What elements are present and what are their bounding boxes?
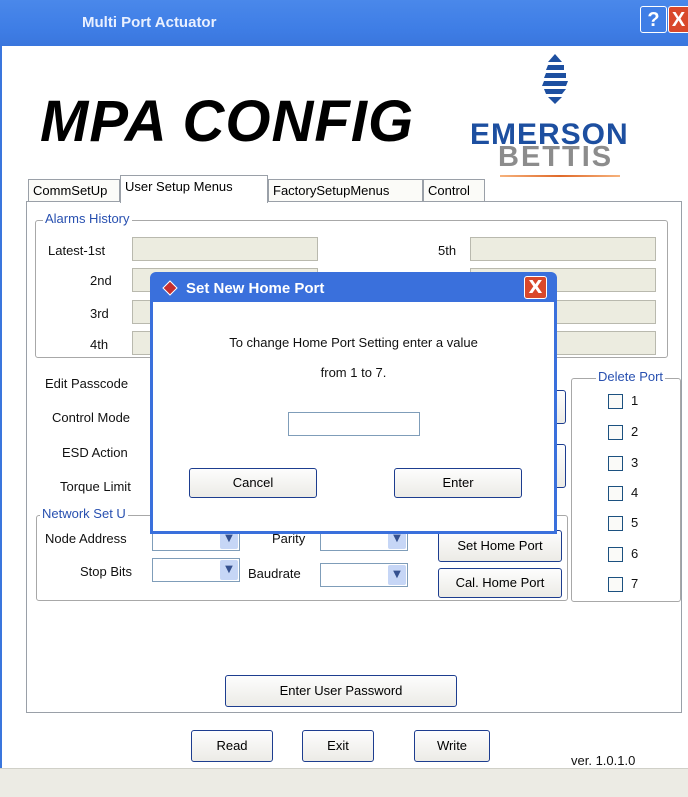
delete-port-label-7: 7 — [631, 576, 639, 591]
delete-port-label-2: 2 — [631, 424, 639, 439]
write-button[interactable]: Write — [414, 730, 490, 762]
delete-port-label-4: 4 — [631, 485, 639, 500]
delete-port-checkbox-4[interactable] — [608, 486, 623, 501]
set-home-port-button[interactable]: Set Home Port — [438, 530, 562, 562]
alarm-field-5th — [470, 237, 656, 261]
version-label: ver. 1.0.1.0 — [571, 753, 636, 768]
control-mode-label: Control Mode — [52, 410, 131, 425]
cal-home-port-button[interactable]: Cal. Home Port — [438, 568, 562, 598]
dialog-title: Set New Home Port — [186, 280, 325, 297]
dialog-enter-button[interactable]: Enter — [394, 468, 522, 498]
chevron-down-icon: ▼ — [220, 560, 238, 580]
exit-button[interactable]: Exit — [302, 730, 374, 762]
delete-port-label-3: 3 — [631, 455, 639, 470]
esd-action-label: ESD Action — [62, 445, 128, 460]
tab-control[interactable]: Control — [423, 179, 485, 201]
network-setup-title: Network Set U — [40, 506, 128, 521]
alarms-history-title: Alarms History — [43, 211, 132, 226]
dialog-message-line1: To change Home Port Setting enter a valu… — [229, 335, 478, 350]
edit-passcode-label: Edit Passcode — [45, 376, 129, 391]
delete-port-checkbox-2[interactable] — [608, 425, 623, 440]
chevron-down-icon: ▼ — [388, 565, 406, 585]
app-icon — [162, 280, 178, 296]
dialog-cancel-button[interactable]: Cancel — [189, 468, 317, 498]
delete-port-group — [571, 378, 681, 602]
alarm-label-2nd: 2nd — [90, 273, 112, 288]
stop-bits-select[interactable]: ▼ — [152, 558, 240, 582]
delete-port-checkbox-1[interactable] — [608, 394, 623, 409]
alarm-label-4th: 4th — [90, 337, 109, 352]
alarm-field-latest — [132, 237, 318, 261]
alarm-label-5th: 5th — [438, 243, 457, 258]
delete-port-checkbox-7[interactable] — [608, 577, 623, 592]
home-port-input[interactable] — [288, 412, 420, 436]
baudrate-label: Baudrate — [248, 566, 301, 581]
window-close-button[interactable]: X — [668, 6, 688, 33]
tab-factory-setup-menus[interactable]: FactorySetupMenus — [268, 179, 423, 201]
delete-port-title: Delete Port — [596, 369, 666, 384]
dialog-body: To change Home Port Setting enter a valu… — [153, 302, 554, 531]
baudrate-select[interactable]: ▼ — [320, 563, 408, 587]
delete-port-checkbox-3[interactable] — [608, 456, 623, 471]
tab-user-setup-menus[interactable]: User Setup Menus — [120, 175, 268, 203]
alarm-label-latest: Latest-1st — [48, 243, 106, 258]
delete-port-label-5: 5 — [631, 515, 639, 530]
delete-port-checkbox-5[interactable] — [608, 516, 623, 531]
delete-port-checkbox-6[interactable] — [608, 547, 623, 562]
node-address-label: Node Address — [45, 531, 127, 546]
tab-commsetup[interactable]: CommSetUp — [28, 179, 120, 201]
brand-bettis: BETTIS — [498, 141, 614, 173]
dialog-close-button[interactable]: X — [524, 276, 547, 299]
help-button[interactable]: ? — [640, 6, 667, 33]
torque-limit-label: Torque Limit — [60, 479, 131, 494]
set-home-port-dialog: Set New Home Port X To change Home Port … — [150, 272, 557, 534]
read-button[interactable]: Read — [191, 730, 273, 762]
brand-underline — [500, 175, 620, 177]
alarm-label-3rd: 3rd — [90, 306, 109, 321]
emerson-logo-icon — [542, 54, 568, 104]
app-title: MPA CONFIG — [40, 89, 415, 154]
delete-port-label-1: 1 — [631, 393, 639, 408]
delete-port-label-6: 6 — [631, 546, 639, 561]
dialog-message-line2: from 1 to 7. — [320, 365, 387, 380]
enter-user-password-button[interactable]: Enter User Password — [225, 675, 457, 707]
stop-bits-label: Stop Bits — [80, 564, 133, 579]
status-bar — [0, 768, 688, 797]
window-title: Multi Port Actuator — [82, 14, 217, 31]
